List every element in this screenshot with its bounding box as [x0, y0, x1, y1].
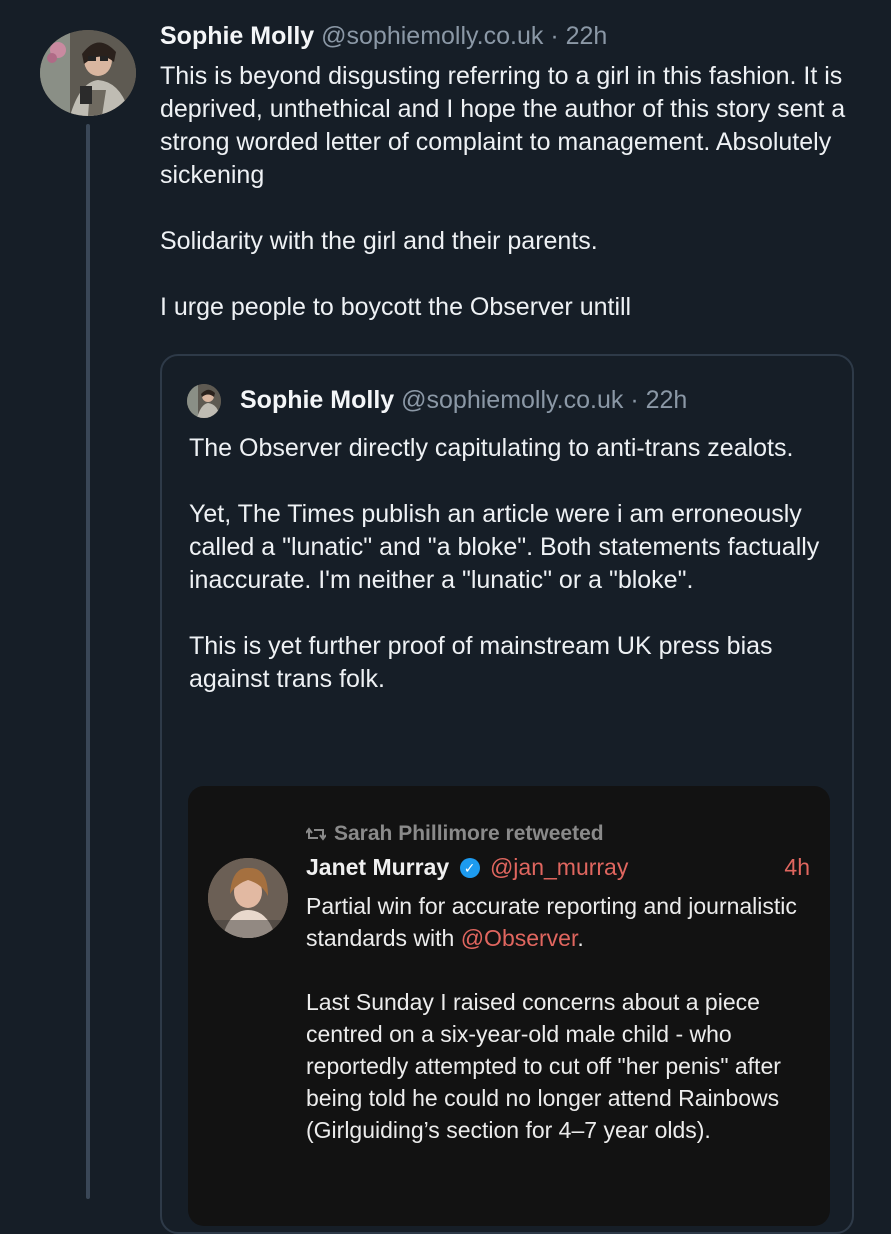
quoted-post[interactable]: Sophie Molly @sophiemolly.co.uk · 22h Th… [160, 354, 854, 1234]
embedded-paragraph: Last Sunday I raised concerns about a pi… [306, 989, 781, 1143]
post-time[interactable]: 22h [566, 22, 608, 50]
embedded-screenshot[interactable]: Sarah Phillimore retweeted Janet Murray … [188, 786, 830, 1226]
post-paragraph: This is beyond disgusting referring to a… [160, 62, 846, 189]
embedded-time: 4h [784, 854, 810, 880]
separator: · [550, 22, 559, 50]
embedded-paragraph-end: . [577, 925, 584, 951]
author-name[interactable]: Sophie Molly [160, 22, 314, 50]
retweet-text: Sarah Phillimore retweeted [334, 822, 604, 845]
post-paragraph: I urge people to boycott the Observer un… [160, 293, 632, 321]
author-handle[interactable]: @sophiemolly.co.uk [321, 22, 543, 50]
quote-body: The Observer directly capitulating to an… [189, 432, 829, 729]
retweet-line: Sarah Phillimore retweeted [305, 822, 604, 846]
quote-time: 22h [645, 386, 688, 414]
embedded-body: Partial win for accurate reporting and j… [306, 890, 811, 1178]
embedded-author-name: Janet Murray [306, 854, 450, 880]
quote-author-handle: @sophiemolly.co.uk [401, 386, 624, 414]
post-body: This is beyond disgusting referring to a… [160, 60, 870, 324]
quote-author-name: Sophie Molly [240, 386, 395, 414]
separator: · [630, 386, 639, 414]
main-post[interactable]: Sophie Molly @sophiemolly.co.uk · 22h Th… [160, 18, 870, 324]
observer-mention-link: @Observer [460, 925, 578, 951]
author-avatar[interactable] [40, 30, 136, 116]
quote-author-avatar [187, 384, 221, 418]
post-paragraph: Solidarity with the girl and their paren… [160, 227, 598, 255]
post-header: Sophie Molly @sophiemolly.co.uk · 22h [160, 18, 870, 54]
embedded-paragraph: Partial win for accurate reporting and j… [306, 890, 811, 954]
verified-badge-icon: ✓ [459, 858, 480, 878]
quote-header: Sophie Molly @sophiemolly.co.uk · 22h [240, 382, 687, 418]
retweet-icon [305, 822, 327, 846]
quote-paragraph: This is yet further proof of mainstream … [189, 632, 773, 693]
embedded-author-handle: @jan_murray [489, 854, 629, 880]
quote-paragraph: The Observer directly capitulating to an… [189, 434, 794, 462]
embedded-author-avatar [208, 858, 288, 938]
thread-line [86, 124, 90, 1199]
embedded-header: Janet Murray ✓ @jan_murray [306, 854, 628, 881]
quote-paragraph: Yet, The Times publish an article were i… [189, 500, 820, 594]
